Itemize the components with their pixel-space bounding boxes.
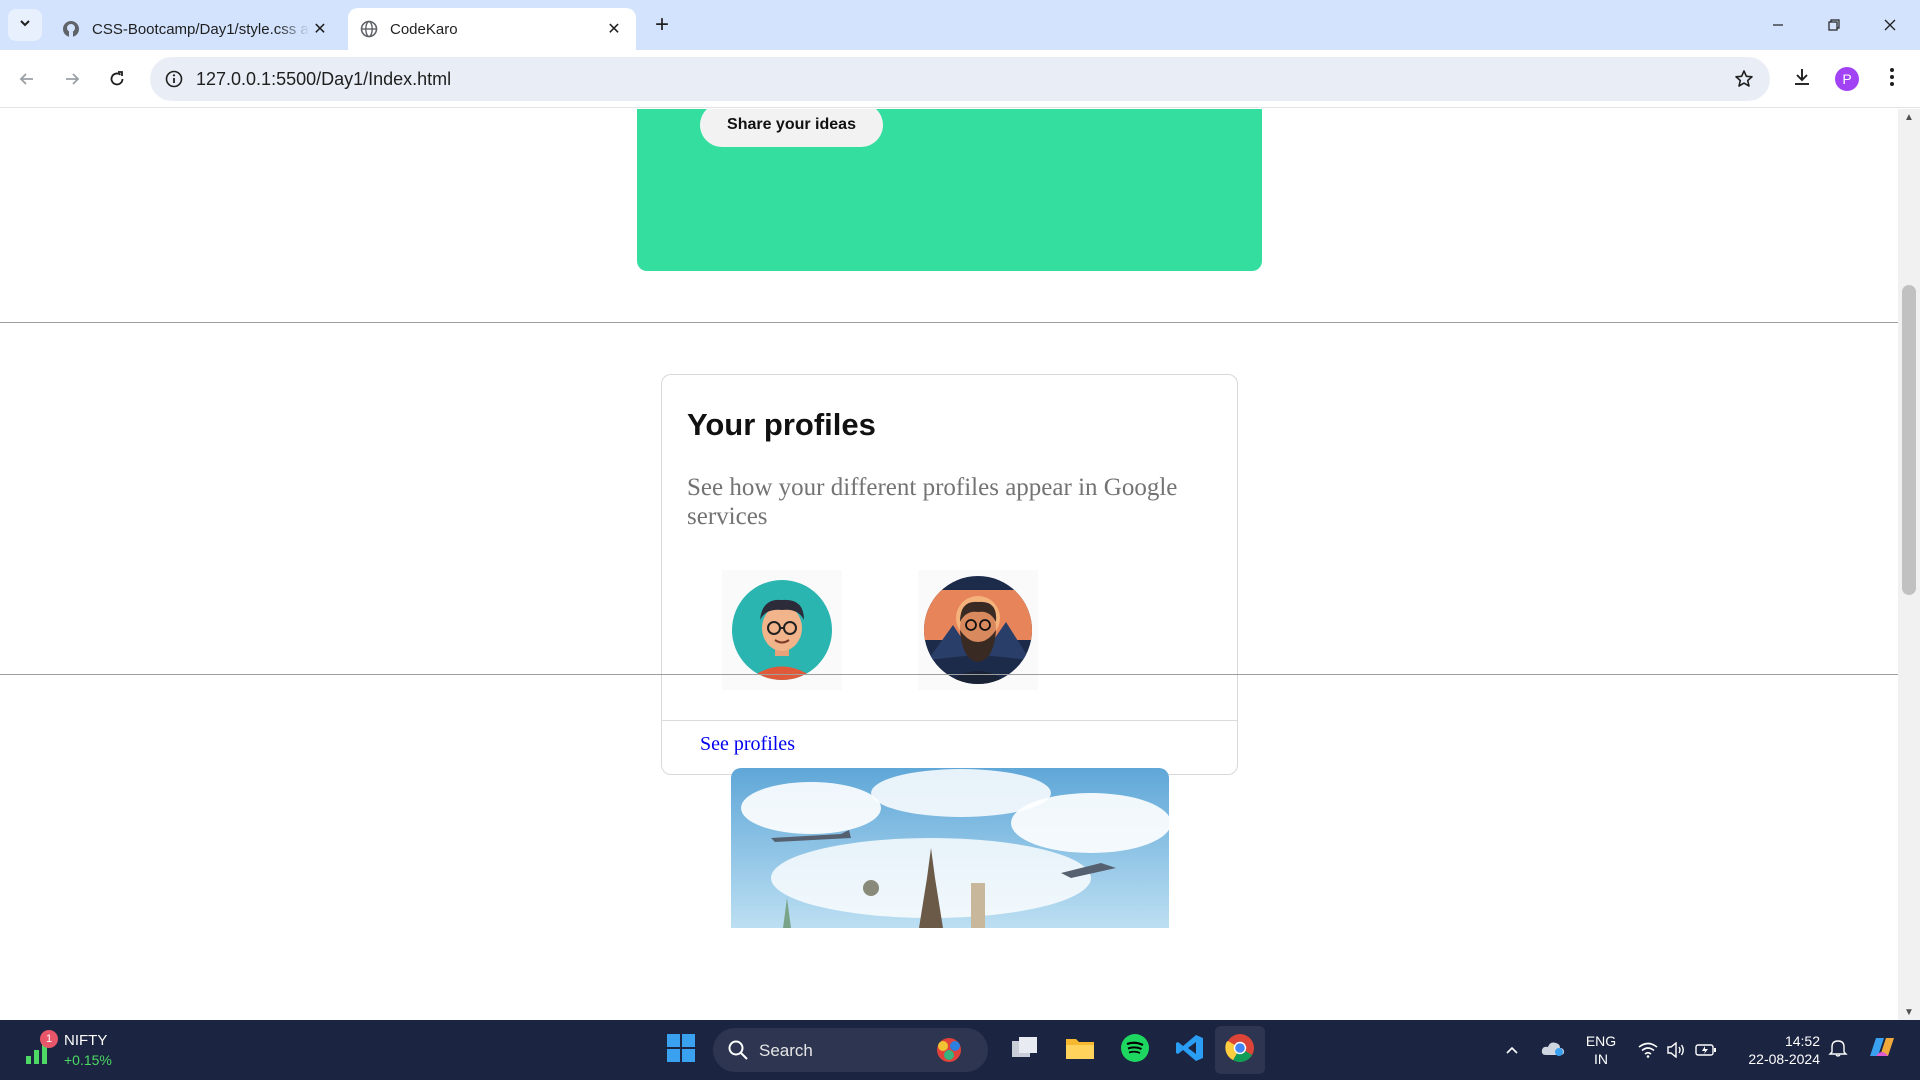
windows-icon xyxy=(666,1033,696,1068)
profiles-title: Your profiles xyxy=(687,407,876,442)
notification-bell-icon xyxy=(1828,1038,1848,1063)
new-tab-button[interactable]: + xyxy=(648,11,676,39)
menu-button[interactable] xyxy=(1875,62,1909,96)
notification-badge: 1 xyxy=(40,1030,58,1048)
notifications-button[interactable] xyxy=(1824,1026,1852,1074)
vscode-icon xyxy=(1175,1033,1205,1068)
downloads-button[interactable] xyxy=(1785,62,1819,96)
spotify-button[interactable] xyxy=(1110,1026,1160,1074)
browser-toolbar: 127.0.0.1:5500/Day1/Index.html P xyxy=(0,50,1920,108)
stock-widget[interactable]: 1 NIFTY +0.15% xyxy=(24,1030,154,1072)
share-ideas-button[interactable]: Share your ideas xyxy=(700,109,883,147)
download-icon xyxy=(1792,67,1812,92)
reload-button[interactable] xyxy=(100,62,134,96)
scroll-up-arrow-icon[interactable]: ▲ xyxy=(1898,109,1920,125)
start-button[interactable] xyxy=(656,1026,706,1074)
taskbar: 1 NIFTY +0.15% Search ENG IN 14:52 22-08… xyxy=(0,1020,1920,1080)
profile-avatar-1[interactable] xyxy=(722,570,842,690)
divider xyxy=(0,674,1898,675)
back-button[interactable] xyxy=(10,62,44,96)
ticker-name: NIFTY xyxy=(64,1032,108,1049)
chrome-button[interactable] xyxy=(1215,1026,1265,1074)
language-indicator[interactable]: ENG IN xyxy=(1580,1032,1622,1068)
task-view-icon xyxy=(1010,1035,1040,1066)
tab-github[interactable]: CSS-Bootcamp/Day1/style.css at ✕ xyxy=(50,8,342,50)
volume-icon[interactable] xyxy=(1662,1026,1690,1074)
see-profiles-link[interactable]: See profiles xyxy=(700,733,795,756)
search-highlight-icon xyxy=(931,1034,967,1071)
divider xyxy=(0,322,1898,323)
clock[interactable]: 14:52 22-08-2024 xyxy=(1734,1032,1820,1068)
search-icon xyxy=(727,1039,749,1066)
profiles-card: Your profiles See how your different pro… xyxy=(661,374,1238,775)
tab-codekaro[interactable]: CodeKaro ✕ xyxy=(348,8,636,50)
github-icon xyxy=(62,20,80,38)
language-code: ENG xyxy=(1585,1033,1617,1049)
chevron-down-icon xyxy=(18,16,32,35)
copilot-button[interactable] xyxy=(1862,1026,1902,1074)
region-code: IN xyxy=(1594,1051,1608,1067)
restore-button[interactable] xyxy=(1806,0,1862,50)
bookmark-star-icon[interactable] xyxy=(1730,65,1758,93)
close-window-button[interactable] xyxy=(1862,0,1918,50)
search-placeholder: Search xyxy=(759,1041,813,1060)
globe-icon xyxy=(360,20,378,38)
close-icon[interactable]: ✕ xyxy=(310,19,330,39)
page-viewport: Share your ideas Your profiles See how y… xyxy=(0,109,1898,1020)
address-bar[interactable]: 127.0.0.1:5500/Day1/Index.html xyxy=(150,57,1770,101)
wifi-icon[interactable] xyxy=(1634,1026,1662,1074)
site-info-icon[interactable] xyxy=(160,65,188,93)
task-view-button[interactable] xyxy=(1000,1026,1050,1074)
onedrive-button[interactable] xyxy=(1538,1026,1568,1074)
clock-time: 14:52 xyxy=(1784,1033,1820,1049)
cloud-icon xyxy=(1541,1039,1565,1062)
tab-title: CSS-Bootcamp/Day1/style.css at xyxy=(92,20,310,38)
profile-button[interactable]: P xyxy=(1830,62,1864,96)
chrome-icon xyxy=(1225,1033,1255,1068)
travel-image xyxy=(731,768,1169,928)
card-divider xyxy=(662,720,1237,721)
url-text: 127.0.0.1:5500/Day1/Index.html xyxy=(196,69,452,89)
folder-icon xyxy=(1065,1035,1095,1066)
tab-title: CodeKaro xyxy=(390,20,458,38)
ticker-change: +0.15% xyxy=(64,1052,112,1068)
vscode-button[interactable] xyxy=(1165,1026,1215,1074)
battery-icon[interactable] xyxy=(1692,1026,1720,1074)
scroll-down-arrow-icon[interactable]: ▼ xyxy=(1898,1004,1920,1020)
tab-search-button[interactable] xyxy=(8,9,42,41)
show-hidden-icons-button[interactable] xyxy=(1498,1026,1526,1074)
page-scrollbar[interactable]: ▲ ▼ xyxy=(1898,109,1920,1020)
tab-strip: CSS-Bootcamp/Day1/style.css at ✕ CodeKar… xyxy=(0,0,1920,50)
minimize-button[interactable] xyxy=(1750,0,1806,50)
forward-button[interactable] xyxy=(55,62,89,96)
taskbar-search[interactable]: Search xyxy=(713,1028,988,1072)
profile-avatar-2[interactable] xyxy=(918,570,1038,690)
clock-date: 22-08-2024 xyxy=(1748,1051,1820,1067)
spotify-icon xyxy=(1120,1033,1150,1068)
file-explorer-button[interactable] xyxy=(1055,1026,1105,1074)
profiles-description: See how your different profiles appear i… xyxy=(687,474,1178,530)
copilot-icon xyxy=(1866,1034,1898,1067)
avatar: P xyxy=(1835,67,1859,91)
more-vert-icon xyxy=(1889,67,1895,92)
scrollbar-thumb[interactable] xyxy=(1902,285,1916,595)
close-icon[interactable]: ✕ xyxy=(604,19,624,39)
